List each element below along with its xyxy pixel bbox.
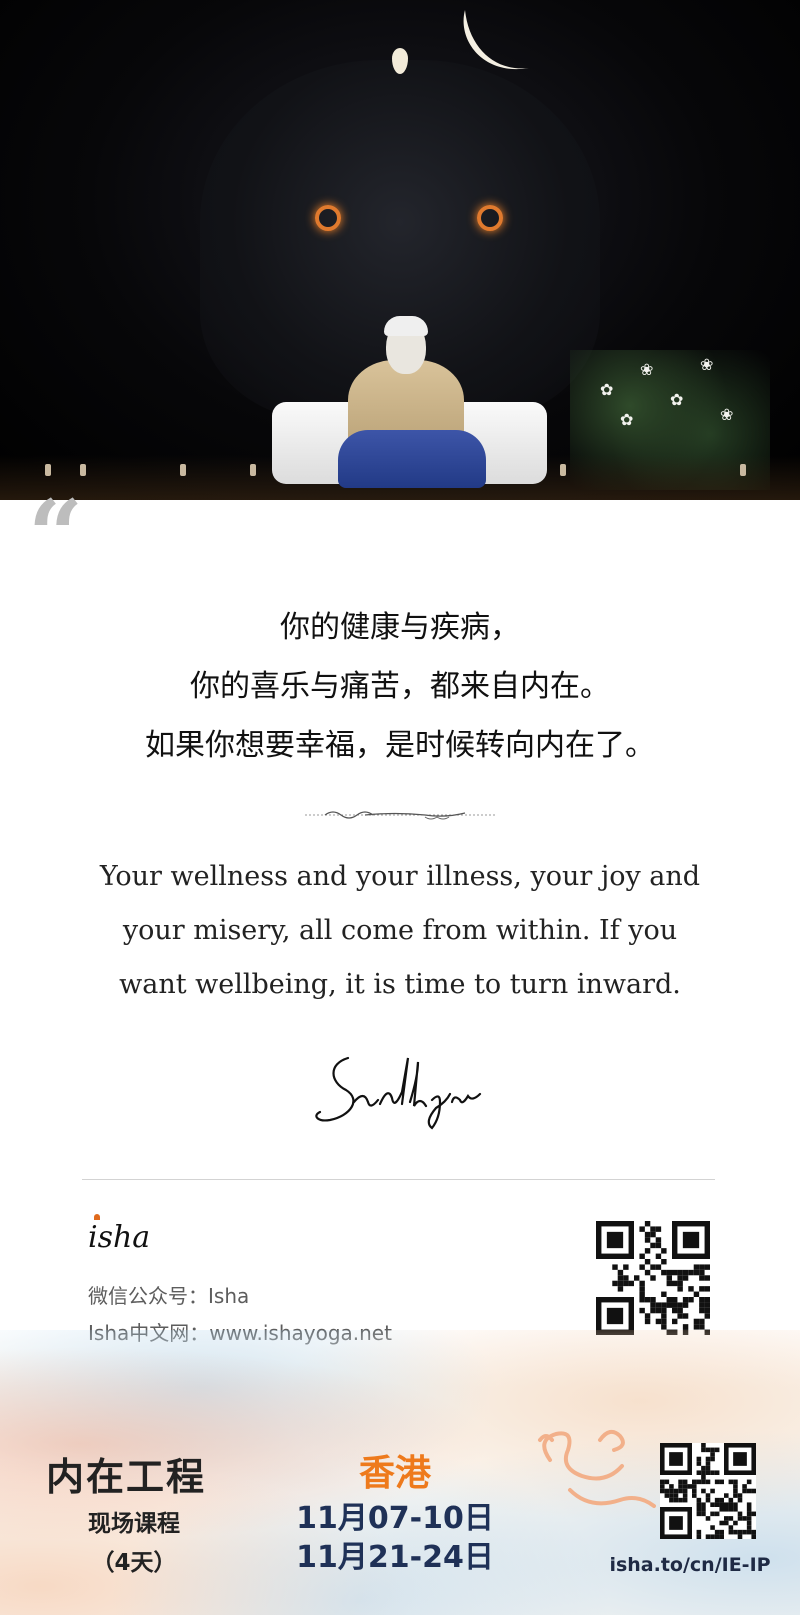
program-title: 内在工程: [46, 1455, 207, 1499]
wechat-account: 微信公众号：Isha: [88, 1284, 250, 1308]
quote-mark-icon: “: [28, 479, 84, 592]
program-subtitle: 现场课程: [88, 1511, 180, 1537]
decorative-swirl-icon: [538, 1429, 656, 1508]
lamp: [180, 464, 186, 476]
quote-line: Your wellness and your illness, your joy…: [99, 861, 701, 892]
qr-code-icon: [596, 1221, 710, 1335]
registration-link[interactable]: isha.to/cn/IE-IP: [600, 1554, 780, 1576]
turban: [384, 316, 428, 336]
program-duration: （4天）: [91, 1550, 177, 1576]
chinese-quote: 你的健康与疾病， 你的喜乐与痛苦，都来自内在。 如果你想要幸福，是时候转向内在了…: [0, 598, 800, 775]
program-city: 香港: [358, 1453, 431, 1494]
registration-qr-code[interactable]: [660, 1443, 756, 1539]
english-quote: Your wellness and your illness, your joy…: [90, 850, 710, 1012]
earring-right: [477, 205, 503, 231]
isha-logo: isha: [88, 1214, 151, 1255]
quote-line: 你的喜乐与痛苦，都来自内在。: [190, 669, 610, 704]
program-date: 11月21-24日: [296, 1540, 494, 1575]
quote-line: 如果你想要幸福，是时候转向内在了。: [145, 728, 655, 763]
logo-accent: [94, 1214, 100, 1220]
lamp: [740, 464, 746, 476]
person-legs: [338, 430, 486, 488]
quote-line: your misery, all come from within. If yo…: [122, 915, 678, 946]
ornament-divider-icon: [305, 811, 495, 820]
lamp: [45, 464, 51, 476]
signature: [315, 1056, 482, 1130]
lamp: [80, 464, 86, 476]
quote-line: 你的健康与疾病，: [280, 610, 520, 645]
quote-line: want wellbeing, it is time to turn inwar…: [119, 969, 681, 1000]
lamp: [250, 464, 256, 476]
program-date: 11月07-10日: [296, 1501, 494, 1536]
qr-code-icon: [660, 1443, 756, 1539]
wechat-qr-code[interactable]: [596, 1221, 710, 1335]
earring-left: [315, 205, 341, 231]
logo-text: isha: [88, 1220, 151, 1255]
section-divider: [82, 1179, 715, 1180]
lamp: [560, 464, 566, 476]
hero-photo: ✿ ❀ ✿ ❀ ✿ ❀: [0, 0, 800, 500]
